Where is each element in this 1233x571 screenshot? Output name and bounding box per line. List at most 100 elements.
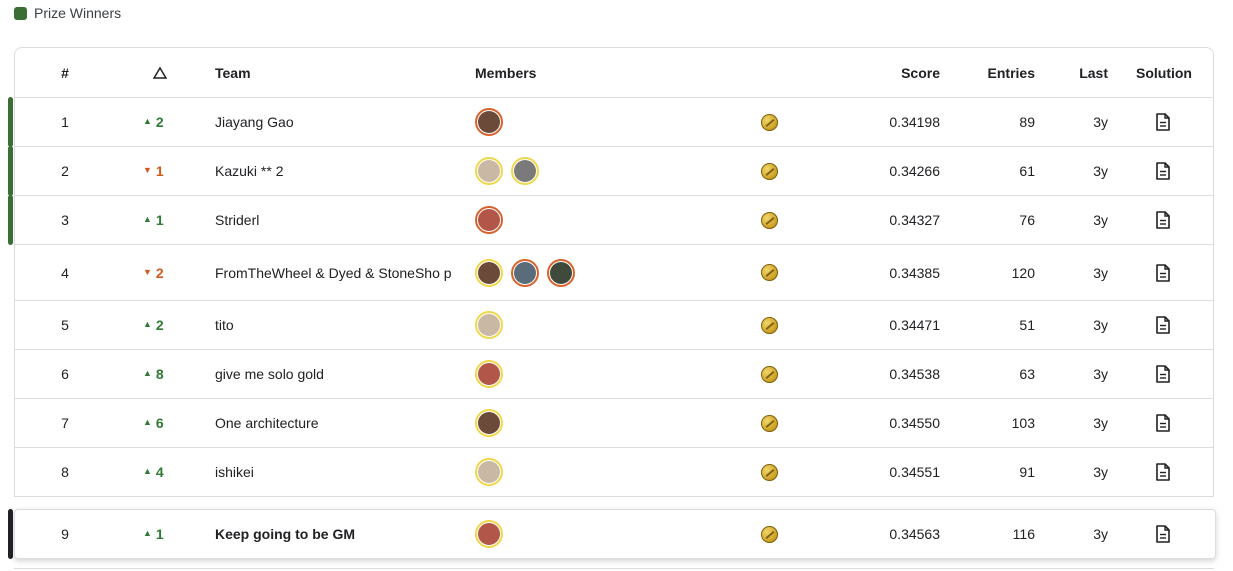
solution-link[interactable] bbox=[1135, 98, 1191, 146]
rank-change-value: 1 bbox=[155, 526, 164, 542]
table-header: # Team Members Score Entries Last Soluti… bbox=[14, 47, 1214, 97]
avatar-image bbox=[478, 461, 500, 483]
member-avatar[interactable] bbox=[475, 157, 503, 185]
arrow-up-icon: ▲ bbox=[143, 116, 152, 126]
solution-link[interactable] bbox=[1135, 245, 1191, 300]
gold-medal-icon bbox=[761, 414, 778, 432]
score-cell: 0.34327 bbox=[889, 212, 940, 228]
member-avatar[interactable] bbox=[475, 108, 503, 136]
solution-link[interactable] bbox=[1135, 196, 1191, 244]
score-cell: 0.34471 bbox=[889, 317, 940, 333]
rank-cell: 6 bbox=[61, 366, 69, 382]
rank-change: ▼ 1 bbox=[143, 147, 183, 195]
table-row[interactable]: 5 ▲ 2 tito 0.34471 51 3y bbox=[14, 300, 1214, 349]
table-row[interactable]: 8 ▲ 4 ishikei 0.34551 91 3y bbox=[14, 447, 1214, 497]
rank-change-value: 1 bbox=[155, 212, 164, 228]
header-rank[interactable]: # bbox=[15, 48, 115, 97]
rank-change-value: 6 bbox=[155, 415, 164, 431]
team-name[interactable]: Striderl bbox=[215, 196, 455, 244]
solution-link[interactable] bbox=[1135, 448, 1191, 496]
arrow-up-icon: ▲ bbox=[143, 214, 152, 224]
member-avatar[interactable] bbox=[511, 258, 539, 287]
team-members bbox=[475, 301, 503, 349]
team-members bbox=[475, 448, 503, 496]
rank-change: ▲ 2 bbox=[143, 301, 183, 349]
entries-cell: 76 bbox=[1019, 212, 1035, 228]
member-avatar[interactable] bbox=[475, 311, 503, 339]
entries-cell: 89 bbox=[1019, 114, 1035, 130]
arrow-down-icon: ▼ bbox=[143, 165, 152, 175]
current-team-row[interactable]: 9 ▲ 1 Keep going to be GM 0.34563 116 3y bbox=[8, 509, 1216, 559]
header-team[interactable]: Team bbox=[215, 48, 455, 97]
team-name[interactable]: give me solo gold bbox=[215, 350, 455, 398]
rank-change-value: 2 bbox=[155, 114, 164, 130]
solution-link[interactable] bbox=[1135, 399, 1191, 447]
table-row[interactable]: 1 ▲ 2 Jiayang Gao 0.34198 89 3y bbox=[8, 97, 1214, 147]
gold-medal-icon bbox=[761, 162, 778, 180]
member-avatar[interactable] bbox=[475, 409, 503, 437]
header-entries[interactable]: Entries bbox=[965, 48, 1035, 97]
entries-cell: 51 bbox=[1019, 317, 1035, 333]
solution-link[interactable] bbox=[1135, 510, 1191, 558]
avatar-image bbox=[478, 523, 500, 545]
header-members[interactable]: Members bbox=[475, 48, 536, 97]
team-name[interactable]: One architecture bbox=[215, 399, 455, 447]
team-name[interactable]: Jiayang Gao bbox=[215, 98, 455, 146]
arrow-up-icon: ▲ bbox=[143, 417, 152, 427]
solution-link[interactable] bbox=[1135, 147, 1191, 195]
team-name[interactable]: Kazuki ** 2 bbox=[215, 147, 455, 195]
team-members bbox=[475, 510, 503, 558]
rank-cell: 8 bbox=[61, 464, 69, 480]
team-members bbox=[475, 245, 575, 300]
prize-winner-marker bbox=[8, 195, 13, 245]
member-avatar[interactable] bbox=[547, 258, 575, 287]
avatar-image bbox=[550, 261, 572, 284]
gold-medal-icon bbox=[761, 525, 778, 543]
team-name[interactable]: tito bbox=[215, 301, 455, 349]
arrow-up-icon: ▲ bbox=[143, 528, 152, 538]
header-solution[interactable]: Solution bbox=[1129, 48, 1199, 97]
member-avatar[interactable] bbox=[511, 157, 539, 185]
header-last[interactable]: Last bbox=[1065, 48, 1108, 97]
score-cell: 0.34550 bbox=[889, 415, 940, 431]
prize-winner-marker bbox=[8, 146, 13, 196]
member-avatar[interactable] bbox=[475, 458, 503, 486]
header-score[interactable]: Score bbox=[835, 48, 940, 97]
avatar-image bbox=[478, 261, 500, 284]
rank-change: ▲ 1 bbox=[143, 196, 183, 244]
score-cell: 0.34385 bbox=[889, 264, 940, 281]
avatar-image bbox=[478, 160, 500, 182]
member-avatar[interactable] bbox=[475, 360, 503, 388]
rank-change-value: 2 bbox=[155, 264, 164, 281]
entries-cell: 116 bbox=[1012, 526, 1035, 542]
solution-link[interactable] bbox=[1135, 301, 1191, 349]
document-icon bbox=[1156, 162, 1170, 180]
table-row[interactable]: 2 ▼ 1 Kazuki ** 2 0.34266 61 3y bbox=[8, 146, 1214, 196]
team-name[interactable]: ishikei bbox=[215, 448, 455, 496]
avatar-image bbox=[478, 363, 500, 385]
avatar-image bbox=[478, 111, 500, 133]
team-name[interactable]: FromTheWheel & Dyed & StoneSho p bbox=[215, 245, 455, 300]
team-name[interactable]: Keep going to be GM bbox=[215, 510, 455, 558]
last-submission-cell: 3y bbox=[1093, 526, 1108, 542]
rank-change-value: 8 bbox=[155, 366, 164, 382]
medal-cell bbox=[761, 350, 778, 398]
table-row[interactable]: 3 ▲ 1 Striderl 0.34327 76 3y bbox=[8, 195, 1214, 245]
score-cell: 0.34538 bbox=[889, 366, 940, 382]
score-cell: 0.34198 bbox=[889, 114, 940, 130]
gold-medal-icon bbox=[761, 264, 778, 281]
medal-cell bbox=[761, 510, 778, 558]
table-row[interactable]: 7 ▲ 6 One architecture 0.34550 103 3y bbox=[14, 398, 1214, 447]
member-avatar[interactable] bbox=[475, 520, 503, 548]
member-avatar[interactable] bbox=[475, 206, 503, 234]
medal-cell bbox=[761, 399, 778, 447]
solution-link[interactable] bbox=[1135, 350, 1191, 398]
header-delta[interactable] bbox=[153, 48, 167, 97]
member-avatar[interactable] bbox=[475, 258, 503, 287]
table-row[interactable]: 4 ▼ 2 FromTheWheel & Dyed & StoneSho p 0.343… bbox=[14, 244, 1214, 300]
last-submission-cell: 3y bbox=[1093, 163, 1108, 179]
table-row[interactable]: 6 ▲ 8 give me solo gold 0.34538 63 3y bbox=[14, 349, 1214, 398]
rank-cell: 7 bbox=[61, 415, 69, 431]
document-icon bbox=[1156, 463, 1170, 481]
gold-medal-icon bbox=[761, 211, 778, 229]
